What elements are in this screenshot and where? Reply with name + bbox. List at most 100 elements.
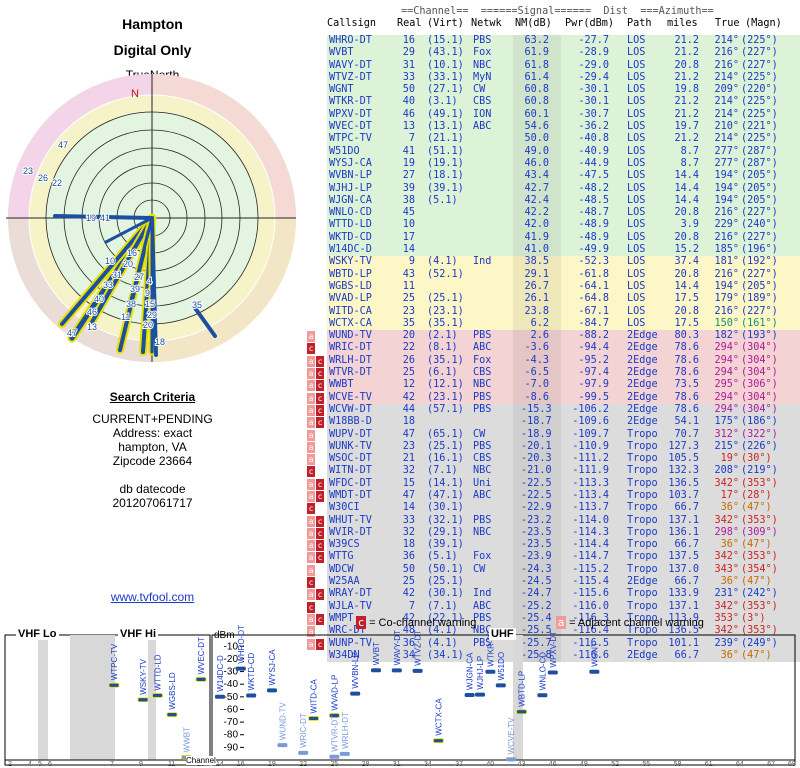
svg-text:13: 13 (87, 322, 97, 332)
cell-tru: 298° (714, 526, 739, 538)
cell-real: 45 (402, 207, 415, 219)
station-bar-label: WGBS-LD (168, 672, 177, 710)
cell-pwr: -95.2 (578, 354, 609, 366)
station-bar-label: WUND-TV (278, 702, 287, 740)
cell-nm: 46.0 (524, 157, 549, 169)
cell-nm: -25.2 (521, 600, 552, 612)
cell-dist: 20.8 (674, 268, 699, 280)
cell-pwr: -109.6 (572, 416, 609, 428)
cell-path: Tropo (627, 502, 658, 514)
station-bar-label: WVBN-LP (351, 652, 360, 688)
cell-tru: 294° (714, 391, 739, 403)
cell-real: 19 (402, 157, 415, 169)
cell-mag: (227°) (741, 305, 778, 317)
station-bar-label: WSKY-TV (139, 658, 148, 694)
cell-nm: -23.5 (521, 539, 552, 551)
table-row: a WUND-TV 20 (2.1) PBS 2.6 -88.2 2Edge 80.3 182°(… (305, 330, 800, 343)
cell-real: 33 (402, 71, 415, 83)
adjacent-warning-icon: a (307, 441, 315, 453)
cell-virt: (14.1) (427, 477, 464, 489)
adjacent-warning-icon: a (307, 490, 315, 502)
cell-dist: 66.7 (674, 539, 699, 551)
cell-dist: 20.8 (674, 231, 699, 243)
channel-tick: 6 (48, 761, 52, 768)
cell-tru: 36° (720, 576, 739, 588)
cell-tru: 277° (714, 157, 739, 169)
table-row: a WDCW 50 (50.1) CW -24.3 -115.2 Tropo 137.0 343°… (305, 563, 800, 577)
cell-nm: -8.6 (524, 391, 549, 403)
svg-text:22: 22 (52, 178, 62, 188)
station-bar-label: W51DO (497, 652, 506, 680)
adjacent-warning-icon: a (307, 515, 315, 527)
cell-net: NBC (473, 526, 492, 538)
station-bar (475, 692, 485, 697)
cell-net: Fox (473, 551, 492, 563)
cell-tru: 194° (714, 182, 739, 194)
cell-pwr: -115.6 (572, 588, 609, 600)
channel-tick: 14 (216, 761, 224, 768)
cell-dist: 78.6 (674, 354, 699, 366)
table-row: WVBT 29 (43.1) Fox 61.9 -28.9 LOS 21.2 216° (227°… (305, 47, 800, 60)
cell-net: Ind (473, 256, 492, 268)
cell-path: 2Edge (627, 330, 658, 342)
cell-nm: 61.4 (524, 71, 549, 83)
cell-virt: (51.1) (427, 145, 464, 157)
cell-tru: 216° (714, 305, 739, 317)
channel-tick: 49 (580, 761, 588, 768)
cell-dist: 70.7 (674, 428, 699, 440)
cell-nm: -21.0 (521, 465, 552, 477)
cell-path: Tropo (627, 600, 658, 612)
search-criteria: Search Criteria CURRENT+PENDING Address:… (0, 390, 305, 510)
cell-net: CBS (473, 453, 492, 465)
cell-cs: WITN-DT (329, 465, 372, 477)
cell-real: 41 (402, 145, 415, 157)
cell-real: 13 (402, 121, 415, 133)
cell-path: Tropo (627, 588, 658, 600)
station-bar (329, 754, 340, 759)
cell-mag: (287°) (741, 157, 778, 169)
cell-tru: 194° (714, 194, 739, 206)
cell-cs: W51DO (329, 145, 360, 157)
svg-text:26: 26 (38, 173, 48, 183)
table-body: WHRO-DT 16 (15.1) PBS 63.2 -27.7 LOS 21.2 214° (2… (305, 35, 800, 663)
cell-tru: 294° (714, 367, 739, 379)
cochannel-warning-icon: c (316, 392, 324, 404)
cell-cs: WRLH-DT (329, 354, 372, 366)
channel-tick: 58 (674, 761, 682, 768)
cochannel-warning-icon: c (316, 404, 324, 416)
cell-virt: (50.1) (427, 563, 464, 575)
table-row: a c W39CS 18 (39.1) -23.5 -114.4 Tropo 66.7 36° (4… (305, 539, 800, 552)
cell-mag: (225°) (741, 71, 778, 83)
cell-virt: (39.1) (427, 539, 464, 551)
cell-tru: 216° (714, 231, 739, 243)
warning-flag: ac (307, 355, 324, 367)
warning-flag: a (307, 564, 315, 576)
cell-virt: (25.1) (427, 576, 464, 588)
cell-virt: (7.1) (427, 600, 458, 612)
cell-virt: (8.1) (427, 342, 458, 354)
cell-virt: (15.1) (427, 35, 464, 46)
table-row: a WUNK-TV 23 (25.1) PBS -20.1 -110.9 Tropo 127.3… (305, 440, 800, 454)
table-row: WTVZ-DT 33 (33.1) MyN 61.4 -29.4 LOS 21.2 214° (2… (305, 71, 800, 85)
cell-cs: WHUT-TV (329, 514, 372, 526)
station-bar-label: WRIC-DT (299, 713, 308, 748)
channel-tick: 28 (362, 761, 370, 768)
cell-dist: 17.5 (674, 293, 699, 305)
cell-real: 50 (402, 84, 415, 96)
cell-real: 32 (402, 465, 415, 477)
cell-net: CW (473, 428, 486, 440)
cell-tru: 181° (714, 256, 739, 268)
cell-path: Tropo (627, 477, 658, 489)
warning-flag: ac (307, 392, 324, 404)
cell-tru: 194° (714, 280, 739, 292)
channel-tick: 43 (518, 761, 526, 768)
dbm-label: dBm (214, 630, 235, 641)
warning-flag: c (307, 503, 315, 515)
cell-virt: (21.1) (427, 133, 464, 145)
cell-real: 27 (402, 170, 415, 182)
station-bar (350, 691, 361, 696)
tvfool-link[interactable]: www.tvfool.com (0, 590, 305, 604)
cell-dist: 78.6 (674, 391, 699, 403)
cell-virt: (13.1) (427, 121, 464, 133)
cell-nm: -7.0 (524, 379, 549, 391)
